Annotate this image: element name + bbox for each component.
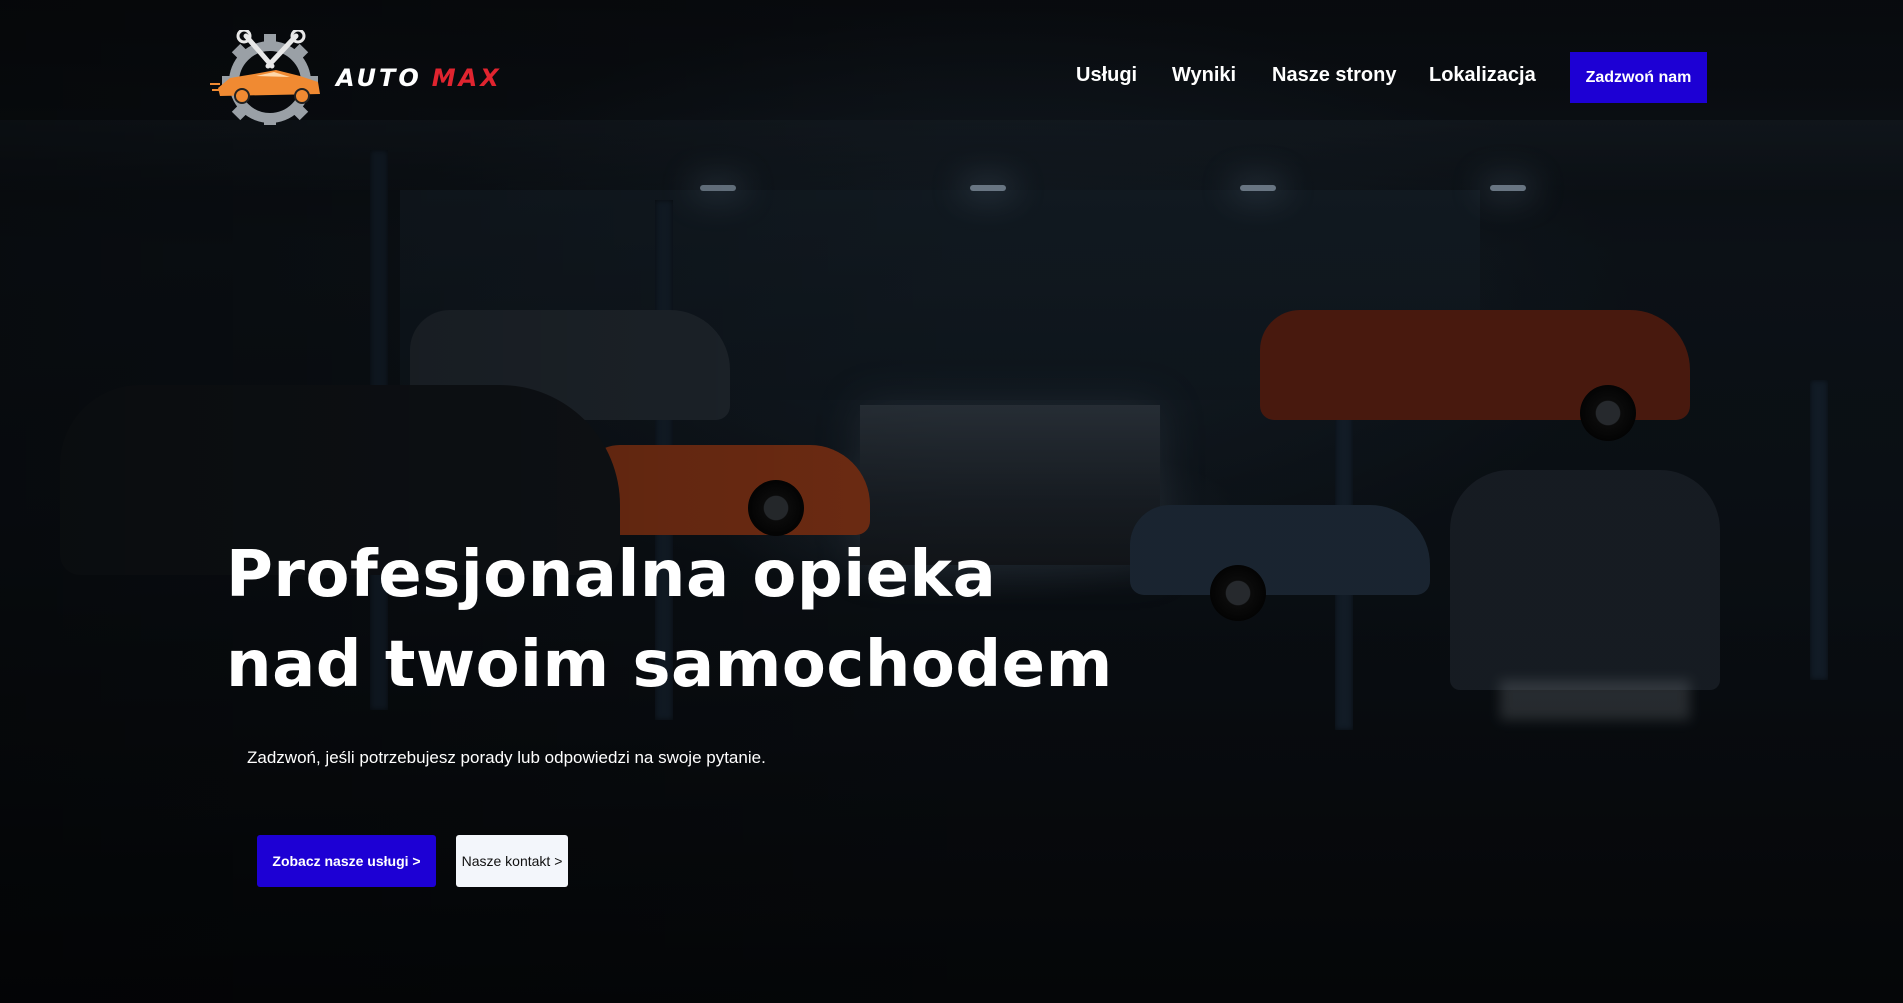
logo-word-max: MAX xyxy=(431,63,502,92)
call-us-button[interactable]: Zadzwoń nam xyxy=(1570,52,1707,103)
hero-section: AUTO MAX Usługi Wyniki Nasze strony Lokal… xyxy=(0,0,1903,1003)
contact-button[interactable]: Nasze kontakt > xyxy=(456,835,568,887)
gear-car-logo-icon xyxy=(210,30,320,125)
logo[interactable]: AUTO MAX xyxy=(210,30,530,125)
hero-subline: Zadzwoń, jeśli potrzebujesz porady lub o… xyxy=(247,748,766,767)
see-services-button[interactable]: Zobacz nasze usługi > xyxy=(257,835,436,887)
site-header: AUTO MAX Usługi Wyniki Nasze strony Lokal… xyxy=(0,0,1903,150)
nav-link-lokalizacja[interactable]: Lokalizacja xyxy=(1429,64,1536,87)
nav-link-wyniki[interactable]: Wyniki xyxy=(1172,64,1236,87)
hero-headline: Profesjonalna opieka nad twoim samochode… xyxy=(226,530,1126,710)
hero-headline-line2: nad twoim samochodem xyxy=(226,628,1113,702)
logo-text: AUTO MAX xyxy=(336,64,502,92)
nav-link-nasze-strony[interactable]: Nasze strony xyxy=(1272,64,1397,87)
hero-headline-line1: Profesjonalna opieka xyxy=(226,538,997,612)
nav-link-uslugi[interactable]: Usługi xyxy=(1076,64,1137,87)
logo-word-auto: AUTO xyxy=(336,63,422,92)
